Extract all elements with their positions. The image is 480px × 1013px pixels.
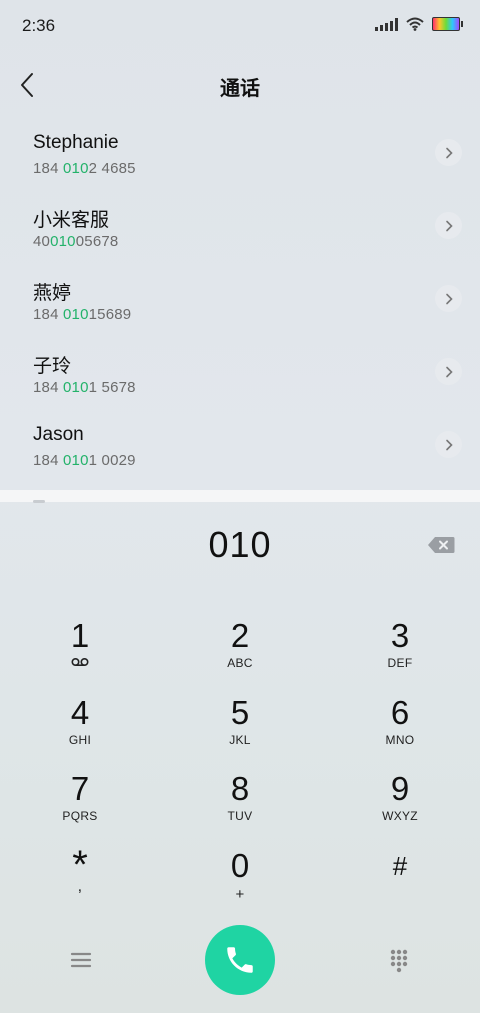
key-letters: DEF [387,656,413,670]
contact-result-row[interactable]: 子玲 184 0101 5678 [0,337,480,410]
key-letters: TUV [227,809,253,823]
key-0[interactable]: 0 + [180,848,300,914]
contact-number: 184 0102 4685 [33,160,136,177]
contact-detail-button[interactable] [435,139,462,166]
phone-icon [227,947,253,973]
key-digit: # [392,851,408,881]
page-title: 通话 [220,78,260,100]
number-match-highlight: 010 [63,306,89,323]
key-3[interactable]: 3 DEF [340,618,460,684]
contact-detail-button[interactable] [435,358,462,385]
key-letters: + [235,886,245,903]
key-hash[interactable]: # [340,848,460,914]
key-star[interactable]: * , [20,843,140,914]
key-6[interactable]: 6 MNO [340,695,460,761]
bottom-action-bar [0,925,480,995]
header: 通话 [0,60,480,110]
key-digit: 3 [390,617,410,654]
key-2[interactable]: 2 ABC [180,618,300,684]
key-1[interactable]: 1 [20,618,140,684]
key-digit: 4 [70,694,90,731]
wifi-icon [406,17,424,31]
key-digit: 8 [230,770,250,807]
contact-detail-button[interactable] [435,431,462,458]
dialpad-toggle-button[interactable] [386,947,412,973]
contact-result-row[interactable]: 小米客服 4001005678 [0,191,480,264]
call-button[interactable] [205,925,275,995]
contact-name: 小米客服 [33,210,110,231]
key-digit: 2 [230,617,250,654]
contact-results-list: Stephanie 184 0102 4685 小米客服 4001005678 … [0,118,480,483]
number-match-highlight: 010 [63,160,89,177]
key-letters: JKL [229,733,251,747]
contact-name: Jason [33,424,84,445]
key-5[interactable]: 5 JKL [180,695,300,761]
signal-icon [375,17,398,31]
number-match-highlight: 010 [50,233,76,250]
key-letters: ABC [227,656,253,670]
key-digit: 7 [70,770,90,807]
backspace-icon [428,537,455,553]
key-8[interactable]: 8 TUV [180,771,300,837]
key-7[interactable]: 7 PQRS [20,771,140,837]
chevron-right-icon [445,366,453,377]
menu-button[interactable] [68,947,94,973]
key-9[interactable]: 9 WXYZ [340,771,460,837]
status-bar: 2:36 [0,0,480,52]
key-digit: 9 [390,770,410,807]
key-digit: * [72,843,88,887]
backspace-button[interactable] [426,534,456,556]
chevron-right-icon [445,147,453,158]
contact-result-row[interactable]: Jason 184 0101 0029 [0,410,480,483]
contact-name: 子玲 [33,356,72,377]
key-letters: MNO [385,733,415,747]
key-digit: 0 [230,847,250,884]
key-digit: 1 [70,617,90,654]
contact-number: 184 0101 5678 [33,379,136,396]
contact-result-row[interactable]: Stephanie 184 0102 4685 [0,118,480,191]
chevron-right-icon [445,293,453,304]
key-digit: 6 [390,694,410,731]
key-letters: , [77,878,83,895]
key-digit: 5 [230,694,250,731]
number-match-highlight: 010 [63,452,89,469]
contact-name: 燕婷 [33,283,72,304]
dialed-number-display: 010 [208,524,272,565]
contact-number: 4001005678 [33,233,119,250]
battery-icon [432,17,463,31]
voicemail-icon [20,656,140,670]
key-letters: WXYZ [382,809,418,823]
contact-number: 184 0101 0029 [33,452,136,469]
dialpad-icon [390,949,408,973]
contact-number: 184 01015689 [33,306,132,323]
contact-detail-button[interactable] [435,285,462,312]
key-letters: PQRS [62,809,98,823]
status-time: 2:36 [22,16,56,35]
list-divider [0,490,480,502]
menu-icon [70,952,92,968]
chevron-right-icon [445,439,453,450]
key-letters: GHI [68,733,92,747]
contact-result-row[interactable]: 燕婷 184 01015689 [0,264,480,337]
key-4[interactable]: 4 GHI [20,695,140,761]
contact-name: Stephanie [33,132,119,153]
contact-detail-button[interactable] [435,212,462,239]
number-match-highlight: 010 [63,379,89,396]
status-icons [375,17,463,31]
chevron-right-icon [445,220,453,231]
list-scroll-peek [33,500,45,503]
